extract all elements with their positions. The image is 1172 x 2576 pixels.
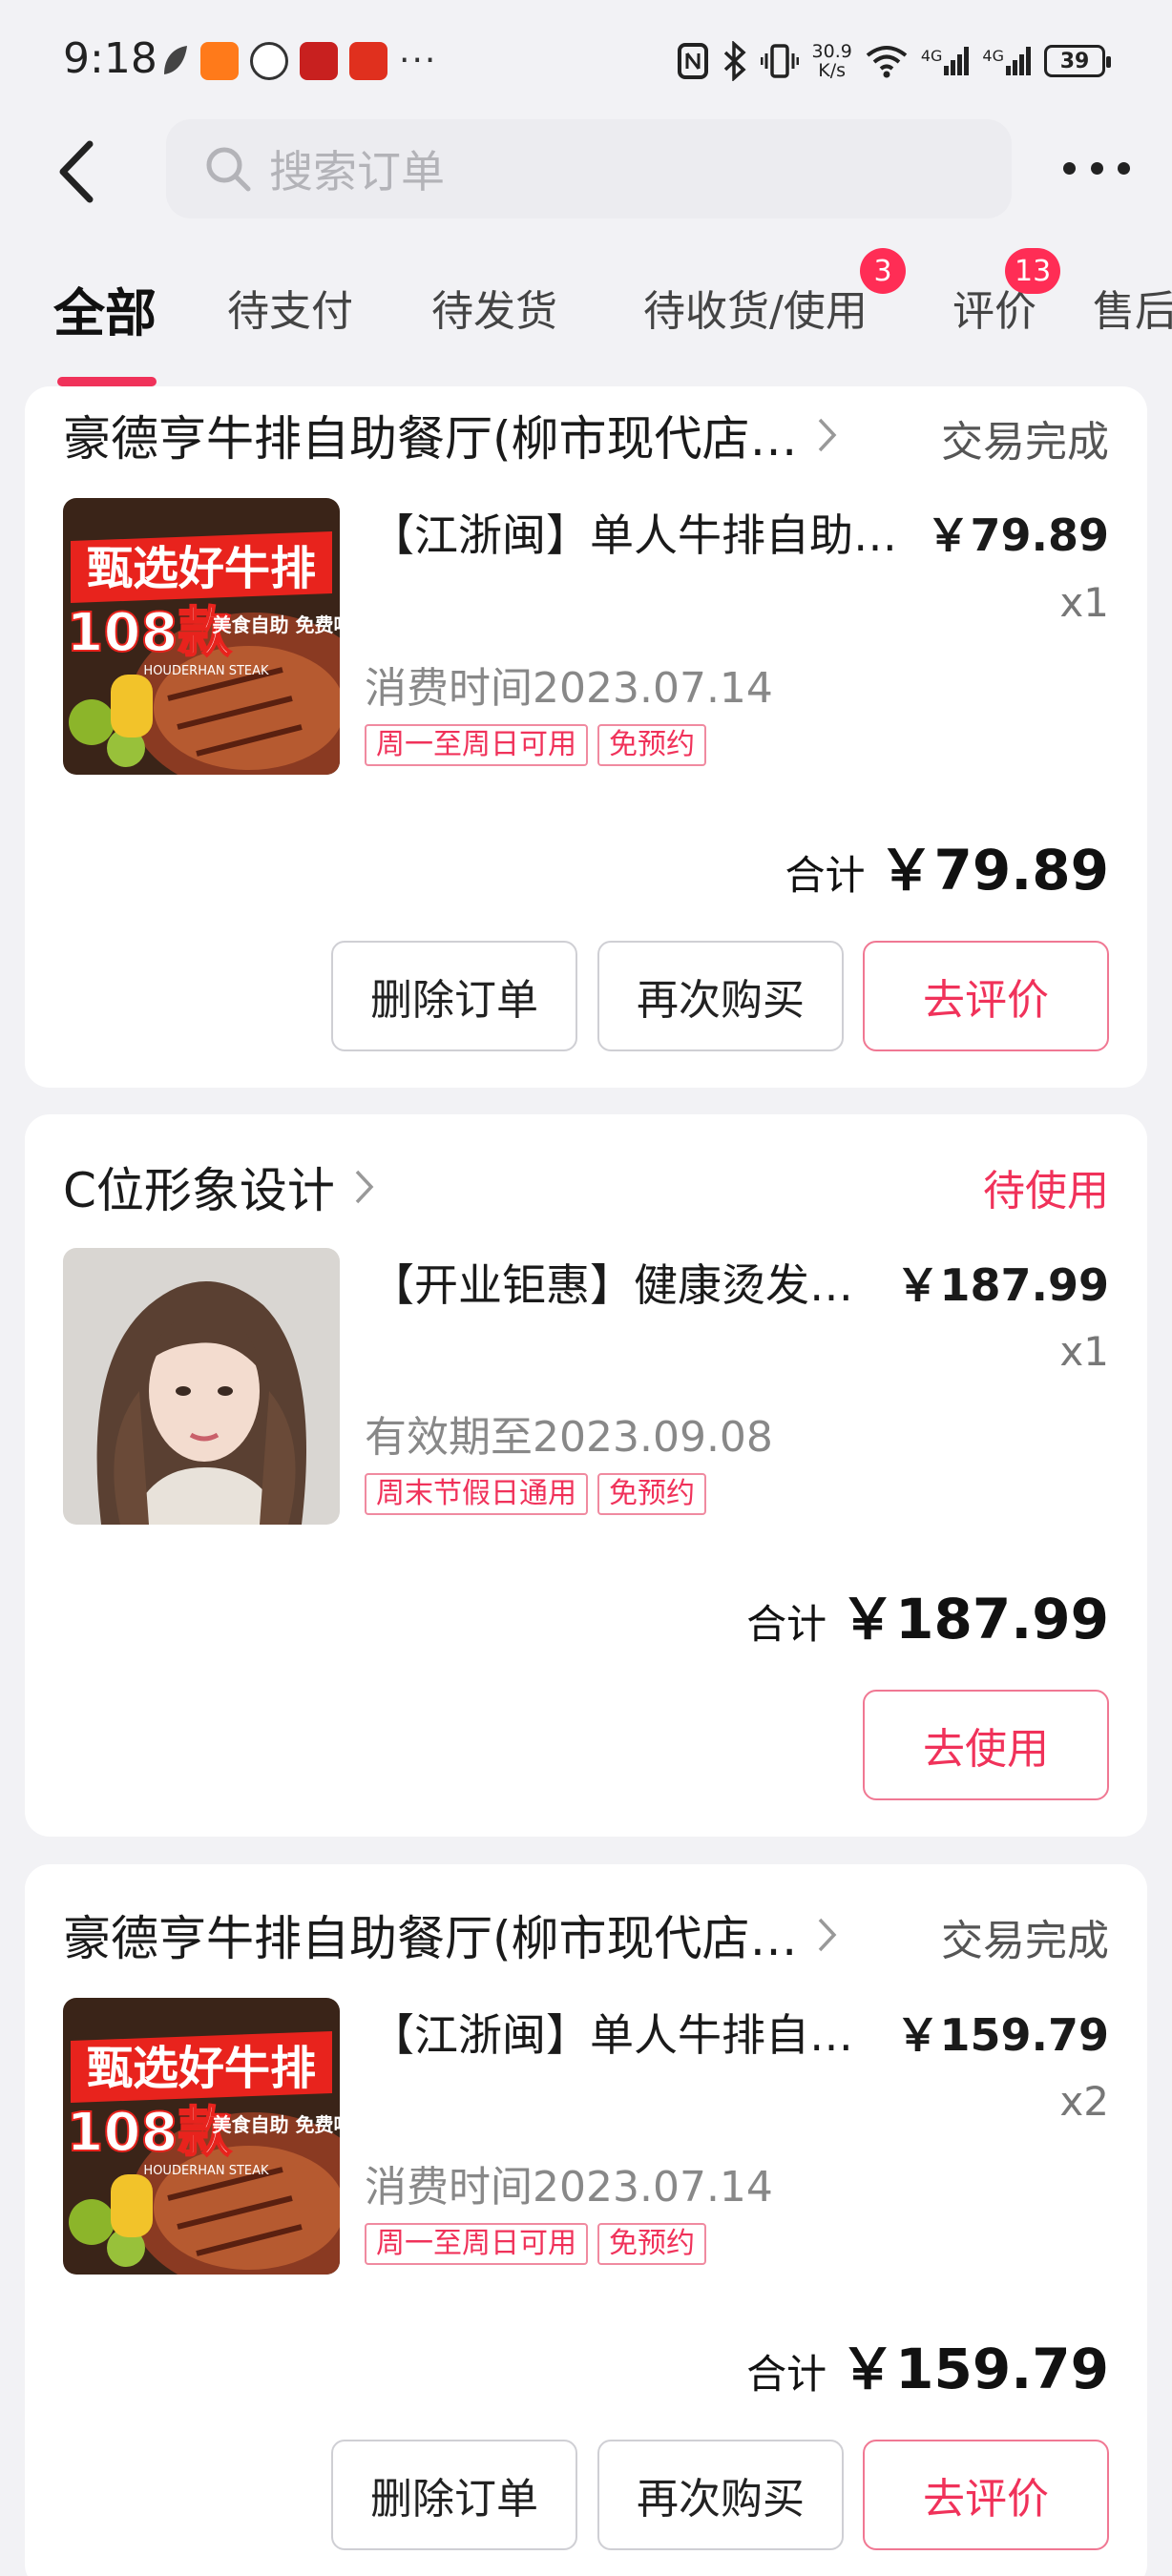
- order-card[interactable]: C位形象设计 待使用 【开业钜惠】健康烫发… ￥187.99 x1 有效期至20…: [25, 1114, 1147, 1837]
- image-text-2: 108款: [67, 2102, 232, 2164]
- delete-order-button[interactable]: 删除订单: [331, 2440, 577, 2550]
- nfc-icon: [677, 42, 709, 80]
- order-card[interactable]: 豪德亨牛排自助餐厅(柳市现代店… 交易完成 甄选好牛排 108款 美食自助 免费…: [25, 1864, 1147, 2576]
- taobao-icon: [200, 42, 239, 80]
- buy-again-button[interactable]: 再次购买: [597, 2440, 844, 2550]
- image-text-1: 甄选好牛排: [87, 2042, 316, 2095]
- wifi-icon: [866, 44, 908, 78]
- order-status: 交易完成: [941, 1906, 1109, 1967]
- tag-available-days: 周一至周日可用: [365, 2223, 588, 2265]
- more-notifications-icon: ···: [399, 42, 437, 80]
- hand-icon: [250, 42, 288, 80]
- use-voucher-button[interactable]: 去使用: [863, 1690, 1109, 1800]
- system-icons: 30.9K/s 4G 4G 39: [677, 36, 1105, 86]
- image-text-2: 108款: [67, 602, 232, 664]
- product-price: ￥187.99: [895, 1251, 1109, 1314]
- status-time: 9:18: [63, 34, 157, 83]
- status-bar: 9:18 ··· 30.9K/s 4G 4G 39: [0, 0, 1172, 119]
- product-title[interactable]: 【江浙闽】单人牛排自助…: [370, 501, 897, 564]
- battery-icon: 39: [1044, 45, 1105, 77]
- leaf-icon: [160, 44, 189, 78]
- chevron-right-icon: [354, 1169, 375, 1205]
- image-text-3: 美食自助 免费吃: [213, 613, 340, 636]
- tab-after-sales[interactable]: 售后: [1093, 277, 1172, 338]
- order-card[interactable]: 豪德亨牛排自助餐厅(柳市现代店… 交易完成 甄选好牛排 108款 美食自助 免费…: [25, 386, 1147, 1088]
- image-text-4: HOUDERHAN STEAK: [143, 2164, 269, 2178]
- back-arrow-icon[interactable]: [50, 138, 107, 205]
- network-speed: 30.9K/s: [812, 42, 852, 80]
- tab-badge-receipt: 3: [860, 248, 906, 294]
- tag-available-days: 周一至周日可用: [365, 724, 588, 766]
- tab-badge-review: 13: [1005, 248, 1060, 294]
- order-status: 待使用: [983, 1156, 1109, 1217]
- bluetooth-icon: [722, 41, 747, 81]
- consume-time: 消费时间2023.07.14: [365, 654, 773, 715]
- tab-pending-shipment[interactable]: 待发货: [431, 277, 557, 338]
- app-icon-red-2: [349, 42, 387, 80]
- write-review-button[interactable]: 去评价: [863, 941, 1109, 1051]
- product-price: ￥159.79: [895, 2001, 1109, 2064]
- shop-name[interactable]: 豪德亨牛排自助餐厅(柳市现代店…: [63, 401, 838, 469]
- product-tags: 周一至周日可用 免预约: [365, 724, 706, 766]
- notification-icons: ···: [160, 42, 437, 80]
- valid-until: 有效期至2023.09.08: [365, 1402, 773, 1464]
- tag-no-reservation: 免预约: [597, 724, 706, 766]
- image-text-1: 甄选好牛排: [87, 542, 316, 595]
- product-qty: x1: [1059, 579, 1109, 626]
- delete-order-button[interactable]: 删除订单: [331, 941, 577, 1051]
- signal-2: 4G: [982, 47, 1031, 75]
- chevron-right-icon: [817, 417, 838, 453]
- product-qty: x1: [1059, 1328, 1109, 1375]
- product-title[interactable]: 【江浙闽】单人牛排自…: [370, 2001, 853, 2064]
- tag-no-reservation: 免预约: [597, 2223, 706, 2265]
- order-total: 合计 ￥79.89: [785, 825, 1109, 905]
- tab-pending-receipt[interactable]: 待收货/使用: [643, 277, 868, 338]
- signal-1: 4G: [921, 47, 970, 75]
- image-text-3: 美食自助 免费吃: [213, 2113, 340, 2136]
- search-header: 搜索订单: [0, 119, 1172, 224]
- chevron-right-icon: [817, 1917, 838, 1953]
- product-price: ￥79.89: [926, 501, 1109, 564]
- shop-name[interactable]: C位形象设计: [63, 1153, 375, 1221]
- product-title[interactable]: 【开业钜惠】健康烫发…: [370, 1251, 853, 1314]
- product-tags: 周一至周日可用 免预约: [365, 2223, 706, 2265]
- tab-active-indicator: [57, 377, 157, 386]
- product-image[interactable]: 甄选好牛排 108款 美食自助 免费吃 HOUDERHAN STEAK: [63, 1998, 340, 2275]
- tab-pending-payment[interactable]: 待支付: [227, 277, 353, 338]
- order-total: 合计 ￥187.99: [746, 1574, 1109, 1654]
- shop-name[interactable]: 豪德亨牛排自助餐厅(柳市现代店…: [63, 1901, 838, 1969]
- tag-weekend-holiday: 周末节假日通用: [365, 1473, 588, 1515]
- product-image[interactable]: 甄选好牛排 108款 美食自助 免费吃 HOUDERHAN STEAK: [63, 498, 340, 775]
- search-icon: [204, 145, 252, 193]
- buy-again-button[interactable]: 再次购买: [597, 941, 844, 1051]
- order-status: 交易完成: [941, 407, 1109, 468]
- image-text-4: HOUDERHAN STEAK: [143, 664, 269, 678]
- product-qty: x2: [1059, 2078, 1109, 2125]
- vibrate-icon: [761, 42, 799, 80]
- more-options-icon[interactable]: [1063, 154, 1130, 182]
- search-input[interactable]: 搜索订单: [166, 119, 1012, 218]
- search-placeholder: 搜索订单: [269, 137, 445, 200]
- app-icon-red: [300, 42, 338, 80]
- order-total: 合计 ￥159.79: [746, 2324, 1109, 2404]
- consume-time: 消费时间2023.07.14: [365, 2152, 773, 2213]
- tag-no-reservation: 免预约: [597, 1473, 706, 1515]
- order-tabs: 全部 待支付 待发货 待收货/使用 3 评价 13 售后: [0, 248, 1172, 391]
- product-image[interactable]: [63, 1248, 340, 1525]
- tab-all[interactable]: 全部: [53, 271, 157, 346]
- write-review-button[interactable]: 去评价: [863, 2440, 1109, 2550]
- product-tags: 周末节假日通用 免预约: [365, 1473, 706, 1515]
